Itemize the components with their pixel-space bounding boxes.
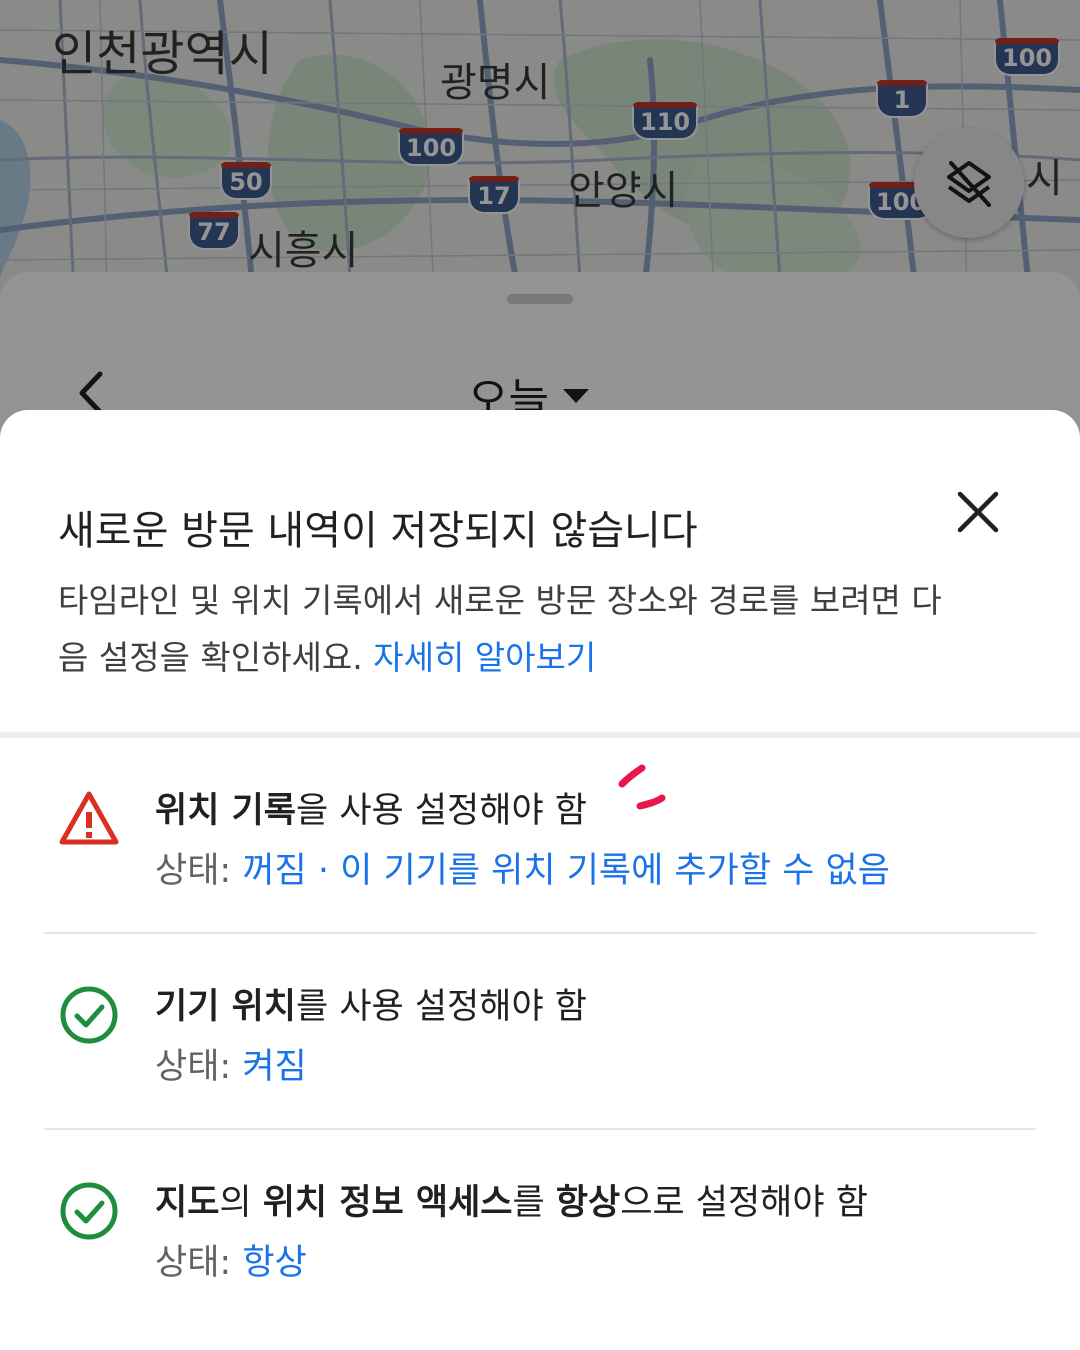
- requirement-title-text: 를: [512, 1183, 556, 1223]
- requirement-title-text: 을 사용 설정해야 함: [296, 791, 587, 831]
- requirement-status: 상태: 항상: [155, 1234, 307, 1285]
- learn-more-link[interactable]: 자세히 알아보기: [373, 638, 596, 677]
- requirement-title-bold: 지도: [155, 1183, 220, 1223]
- close-button[interactable]: [948, 482, 1008, 542]
- requirement-location-history[interactable]: 위치 기록을 사용 설정해야 함 상태: 꺼짐 · 이 기기를 위치 기록에 추…: [0, 738, 1080, 934]
- status-label: 상태:: [155, 1243, 232, 1283]
- warning-icon: [59, 791, 119, 845]
- requirement-title: 위치 기록을 사용 설정해야 함: [155, 782, 587, 833]
- requirement-title-bold: 위치 기록: [155, 791, 296, 831]
- requirement-title: 지도의 위치 정보 액세스를 항상으로 설정해야 함: [155, 1174, 868, 1225]
- status-value-link[interactable]: 켜짐: [242, 1047, 306, 1087]
- close-icon: [957, 491, 999, 533]
- status-value-link[interactable]: 꺼짐 · 이 기기를 위치 기록에 추가할 수 없음: [242, 851, 890, 891]
- requirement-status: 상태: 꺼짐 · 이 기기를 위치 기록에 추가할 수 없음: [155, 842, 890, 893]
- dialog-title: 새로운 방문 내역이 저장되지 않습니다: [58, 508, 698, 554]
- requirement-title-text: 으로 설정해야 함: [620, 1183, 868, 1223]
- requirement-title-text: 를 사용 설정해야 함: [296, 987, 587, 1027]
- requirement-title-bold: 위치 정보 액세스: [262, 1183, 513, 1223]
- requirement-device-location[interactable]: 기기 위치를 사용 설정해야 함 상태: 켜짐: [0, 934, 1080, 1130]
- location-settings-dialog: 새로운 방문 내역이 저장되지 않습니다 타임라인 및 위치 기록에서 새로운 …: [0, 410, 1080, 1350]
- status-label: 상태:: [155, 851, 232, 891]
- check-circle-icon: [60, 1182, 118, 1240]
- requirement-title-bold: 기기 위치: [155, 987, 296, 1027]
- annotation-scribble: [618, 764, 666, 810]
- screen: 인천광역시 광명시 안양시 시흥시 시 100 110 50 77 17 1 1…: [0, 0, 1080, 1350]
- requirement-title-text: 의: [219, 1183, 263, 1223]
- dialog-description: 타임라인 및 위치 기록에서 새로운 방문 장소와 경로를 보려면 다음 설정을…: [58, 572, 958, 686]
- status-label: 상태:: [155, 1047, 232, 1087]
- requirement-maps-location-access[interactable]: 지도의 위치 정보 액세스를 항상으로 설정해야 함 상태: 항상: [0, 1130, 1080, 1326]
- requirement-title-bold: 항상: [555, 1183, 621, 1223]
- check-circle-icon: [60, 986, 118, 1044]
- requirement-title: 기기 위치를 사용 설정해야 함: [155, 978, 587, 1029]
- status-value-link[interactable]: 항상: [242, 1243, 306, 1283]
- requirement-status: 상태: 켜짐: [155, 1038, 307, 1089]
